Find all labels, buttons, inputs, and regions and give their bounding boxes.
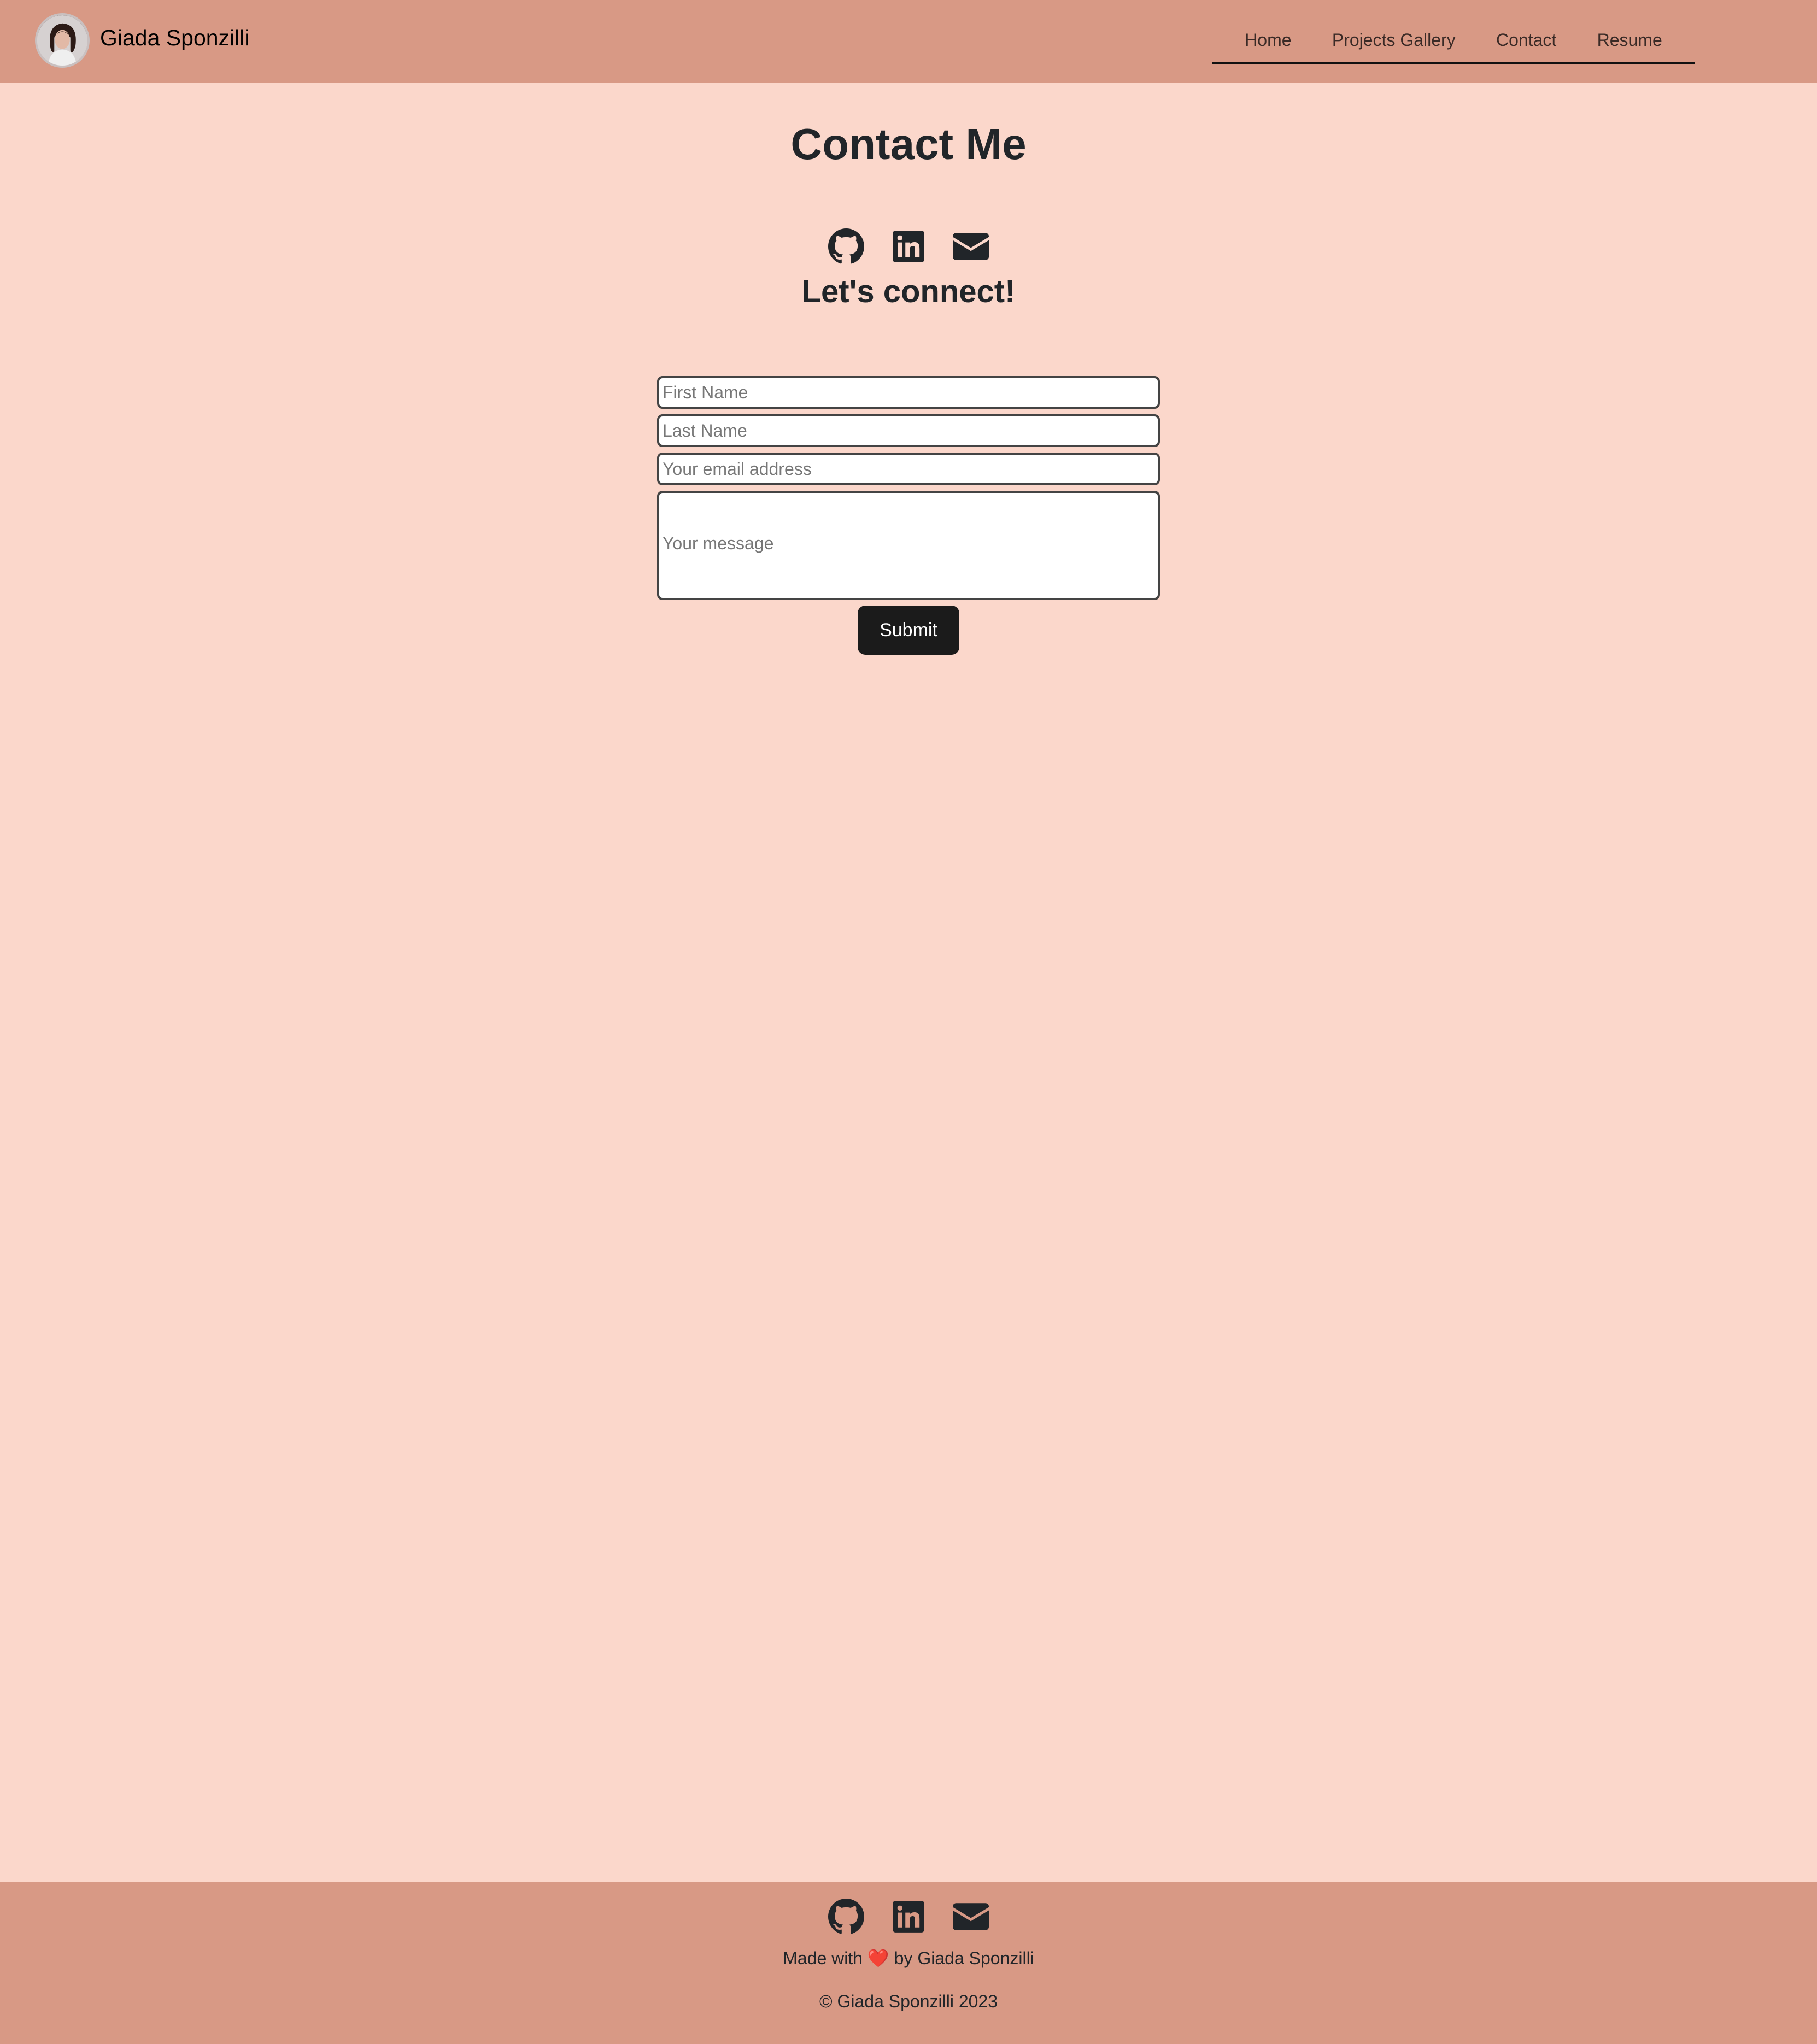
connect-heading: Let's connect! [801, 274, 1016, 309]
profile-photo-icon [37, 15, 87, 66]
github-icon[interactable] [828, 1899, 864, 1935]
nav-link-resume[interactable]: Resume [1597, 30, 1662, 50]
main-nav: Home Projects Gallery Contact Resume [1212, 22, 1695, 64]
message-textarea[interactable] [657, 491, 1160, 600]
envelope-icon[interactable] [953, 228, 989, 265]
made-prefix: Made with [783, 1948, 863, 1968]
submit-button[interactable]: Submit [858, 606, 959, 655]
made-suffix: by Giada Sponzilli [894, 1948, 1034, 1968]
nav-link-contact[interactable]: Contact [1496, 30, 1556, 50]
made-with-credit: Made with ❤️ by Giada Sponzilli [0, 1948, 1817, 1969]
first-name-input[interactable] [657, 376, 1160, 409]
last-name-input[interactable] [657, 414, 1160, 447]
heart-icon: ❤️ [867, 1948, 889, 1968]
nav-link-home[interactable]: Home [1245, 30, 1291, 50]
envelope-icon[interactable] [953, 1899, 989, 1935]
linkedin-icon[interactable] [890, 228, 927, 265]
nav-link-projects-gallery[interactable]: Projects Gallery [1332, 30, 1456, 50]
footer-social-links [0, 1899, 1817, 1935]
social-links [0, 228, 1817, 265]
brand-name[interactable]: Giada Sponzilli [100, 25, 250, 51]
site-header: Giada Sponzilli Home Projects Gallery Co… [0, 0, 1817, 83]
page-title: Contact Me [790, 120, 1027, 168]
email-input[interactable] [657, 453, 1160, 485]
github-icon[interactable] [828, 228, 864, 265]
avatar[interactable] [35, 13, 90, 68]
copyright: © Giada Sponzilli 2023 [819, 1992, 998, 2011]
linkedin-icon[interactable] [890, 1899, 927, 1935]
contact-form: Submit [657, 376, 1160, 655]
